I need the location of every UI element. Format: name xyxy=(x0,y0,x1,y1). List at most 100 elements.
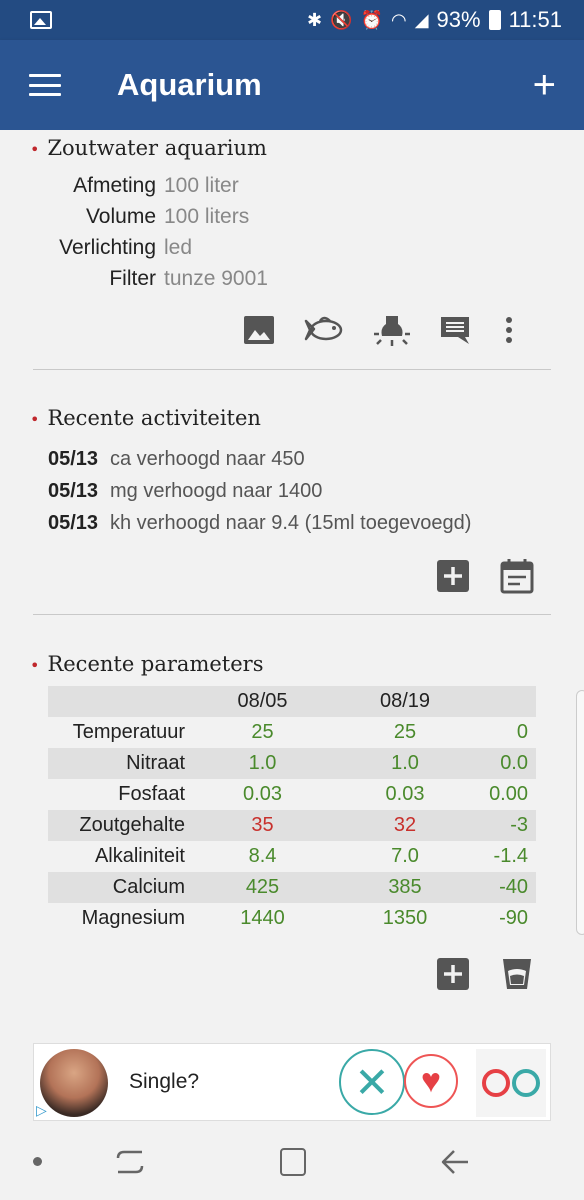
column-header: 08/19 xyxy=(379,690,431,712)
info-label: Volume xyxy=(85,204,156,228)
more-vert-icon[interactable] xyxy=(498,313,520,347)
param-name: Calcium xyxy=(112,876,185,898)
ad-banner[interactable]: ▷ Single? ✕ ♥ xyxy=(33,1043,551,1121)
info-row: Afmeting 100 liter xyxy=(48,170,268,201)
table-row[interactable]: Zoutgehalte 35 32 -3 xyxy=(48,810,536,841)
activity-date: 05/13 xyxy=(48,479,99,502)
bullet-icon: • xyxy=(30,410,40,429)
list-item[interactable]: 05/13 mg verhoogd naar 1400 xyxy=(48,475,471,507)
activity-date: 05/13 xyxy=(48,447,99,470)
table-row[interactable]: Magnesium 1440 1350 -90 xyxy=(48,903,536,934)
param-value: 1350 xyxy=(382,907,428,929)
list-item[interactable]: 05/13 kh verhoogd naar 9.4 (15ml toegevoe… xyxy=(48,507,471,539)
parameters-title: Recente parameters xyxy=(47,652,264,676)
info-label: Afmeting xyxy=(73,173,156,197)
fish-icon[interactable] xyxy=(302,313,346,347)
bluetooth-icon: ✱ xyxy=(307,10,323,30)
hamburger-icon[interactable] xyxy=(29,74,61,96)
param-diff: 0 xyxy=(516,721,528,743)
info-value: tunze 9001 xyxy=(164,266,268,290)
cup-icon[interactable] xyxy=(500,956,534,992)
param-value: 25 xyxy=(251,721,274,743)
close-icon[interactable]: ✕ xyxy=(339,1049,405,1115)
bullet-icon: • xyxy=(30,656,40,675)
clock: 11:51 xyxy=(508,7,562,32)
param-value: 425 xyxy=(245,876,280,898)
activity-text: ca verhoogd naar 450 xyxy=(110,447,305,470)
info-value: 100 liter xyxy=(164,173,239,197)
app-bar: Aquarium + xyxy=(0,40,584,130)
info-value: 100 liters xyxy=(164,204,250,228)
table-row[interactable]: Fosfaat 0.03 0.03 0.00 xyxy=(48,779,536,810)
activities-title: Recente activiteiten xyxy=(47,406,261,430)
bullet-icon: • xyxy=(30,140,40,159)
param-value: 1440 xyxy=(240,907,285,929)
param-value: 8.4 xyxy=(248,845,277,867)
aquarium-info: Afmeting 100 liter Volume 100 liters Verli… xyxy=(48,170,268,294)
param-value: 25 xyxy=(393,721,417,743)
column-header xyxy=(470,686,536,717)
add-activity-icon[interactable] xyxy=(436,559,470,593)
status-bar: ✱ 🔇 ⏰ ◠ ◢ 93% 11:51 xyxy=(0,0,584,40)
table-row[interactable]: Calcium 425 385 -40 xyxy=(48,872,536,903)
aquarium-actions xyxy=(242,312,520,348)
info-row: Volume 100 liters xyxy=(48,201,268,232)
main-content: • Zoutwater aquarium Afmeting 100 liter Vo… xyxy=(0,130,584,1040)
calendar-icon[interactable] xyxy=(500,558,534,594)
activities-section-title: • Recente activiteiten xyxy=(30,406,261,430)
app-logo xyxy=(476,1049,546,1117)
navigation-bar xyxy=(0,1126,584,1200)
param-value: 1.0 xyxy=(248,752,277,774)
param-diff: 0.0 xyxy=(500,752,528,774)
dot-icon[interactable] xyxy=(33,1157,42,1166)
image-icon xyxy=(30,11,52,29)
parameters-section-title: • Recente parameters xyxy=(30,652,263,676)
info-row: Filter tunze 9001 xyxy=(48,263,268,294)
parameters-actions xyxy=(436,956,534,992)
activity-text: kh verhoogd naar 9.4 (15ml toegevoegd) xyxy=(110,511,472,534)
column-header: 08/05 xyxy=(237,690,288,712)
home-icon[interactable] xyxy=(280,1148,306,1176)
param-value: 1.0 xyxy=(391,752,419,774)
aquarium-name: Zoutwater aquarium xyxy=(47,136,267,160)
alarm-icon: ⏰ xyxy=(360,10,383,30)
wifi-icon: ◠ xyxy=(390,10,407,30)
activities-list: 05/13 ca verhoogd naar 450 05/13 mg verhoo… xyxy=(48,443,471,539)
activity-text: mg verhoogd naar 1400 xyxy=(110,479,323,502)
table-row[interactable]: Alkaliniteit 8.4 7.0 -1.4 xyxy=(48,841,536,872)
param-diff: -90 xyxy=(499,907,528,929)
aquarium-section-title: • Zoutwater aquarium xyxy=(30,136,267,160)
param-name: Fosfaat xyxy=(118,783,185,805)
light-icon[interactable] xyxy=(372,312,412,348)
param-value: 0.03 xyxy=(385,783,425,805)
param-name: Magnesium xyxy=(81,907,185,929)
table-row[interactable]: Temperatuur 25 25 0 xyxy=(48,717,536,748)
comment-icon[interactable] xyxy=(438,313,472,347)
divider xyxy=(33,369,551,370)
param-value: 0.03 xyxy=(243,783,282,805)
param-value: 7.0 xyxy=(391,845,419,867)
status-icons: ✱ 🔇 ⏰ ◠ ◢ 93% 11:51 xyxy=(307,7,562,33)
param-diff: -3 xyxy=(510,814,528,836)
mute-icon: 🔇 xyxy=(330,10,353,30)
param-diff: -40 xyxy=(499,876,528,898)
page-title: Aquarium xyxy=(117,67,262,102)
heart-icon[interactable]: ♥ xyxy=(404,1054,458,1108)
param-value: 35 xyxy=(251,814,274,836)
battery-icon xyxy=(488,10,501,30)
column-header xyxy=(48,686,185,717)
back-icon[interactable] xyxy=(440,1148,470,1176)
photo-icon[interactable] xyxy=(242,313,276,347)
param-name: Nitraat xyxy=(126,752,185,774)
signal-icon: ◢ xyxy=(414,10,429,30)
add-parameter-icon[interactable] xyxy=(436,957,470,991)
add-icon[interactable]: + xyxy=(533,65,556,105)
info-row: Verlichting led xyxy=(48,232,268,263)
list-item[interactable]: 05/13 ca verhoogd naar 450 xyxy=(48,443,471,475)
adchoices-icon[interactable]: ▷ xyxy=(36,1102,54,1118)
scroll-handle[interactable] xyxy=(576,690,584,935)
table-row[interactable]: Nitraat 1.0 1.0 0.0 xyxy=(48,748,536,779)
param-value: 32 xyxy=(393,814,417,836)
activities-actions xyxy=(436,558,534,594)
recents-icon[interactable] xyxy=(116,1148,144,1176)
